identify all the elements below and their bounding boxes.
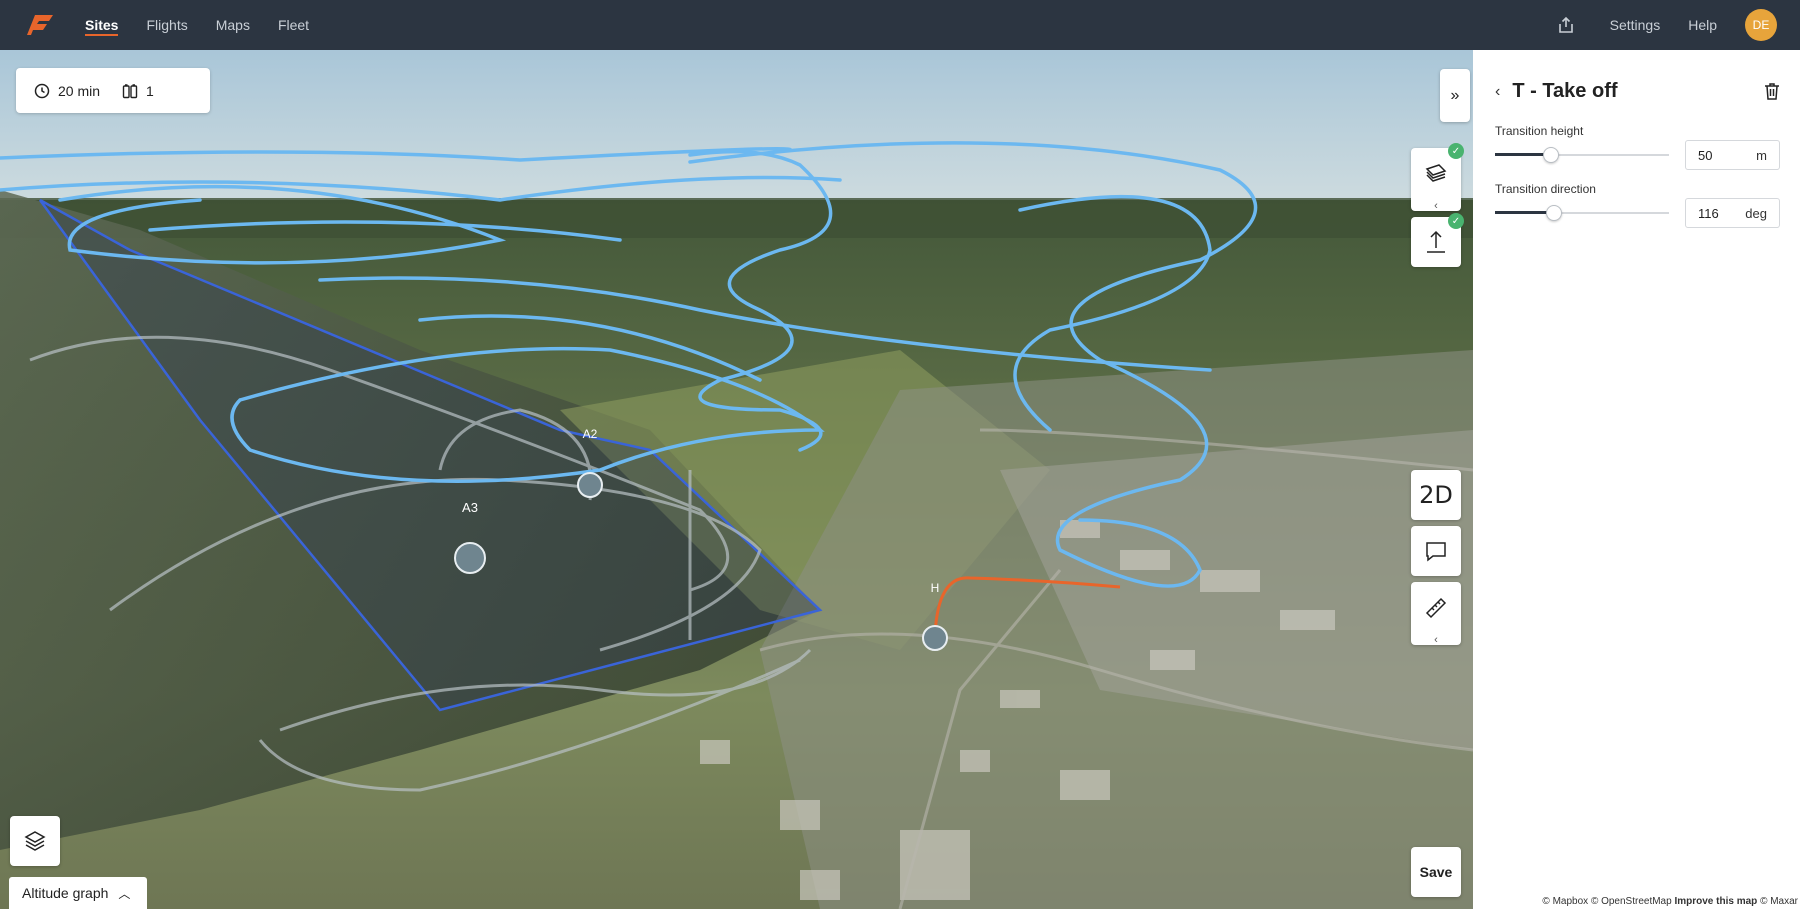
view-2d-toggle[interactable]: 2D [1411, 470, 1461, 520]
collapse-panel-button[interactable]: » [1440, 69, 1470, 122]
transition-direction-label: Transition direction [1495, 182, 1596, 196]
waypoint-settings-panel: ‹ T - Take off Transition height 50 m Tr… [1473, 50, 1800, 909]
transition-direction-input[interactable]: 116 deg [1685, 198, 1780, 228]
slider-thumb[interactable] [1542, 147, 1559, 163]
measure-button[interactable]: ‹ [1411, 582, 1461, 646]
transition-height-label: Transition height [1495, 124, 1584, 138]
trash-icon[interactable] [1764, 82, 1780, 100]
save-button[interactable]: Save [1411, 847, 1461, 897]
comment-icon [1426, 542, 1446, 562]
check-icon: ✓ [1448, 213, 1464, 229]
nav-fleet[interactable]: Fleet [278, 0, 309, 50]
upload-arrow-icon [1427, 230, 1445, 253]
waypoint-a3[interactable]: A3 [455, 500, 485, 515]
altitude-graph-toggle[interactable]: Altitude graph ︿ [9, 877, 147, 909]
transition-height-input[interactable]: 50 m [1685, 140, 1780, 170]
waypoint-a2[interactable]: A2 [577, 427, 603, 441]
layers-icon [24, 831, 46, 851]
transition-direction-unit: deg [1745, 205, 1767, 221]
flight-duration: 20 min [58, 82, 101, 99]
mapbox-attribution[interactable]: © Mapbox [1542, 896, 1588, 907]
help-link[interactable]: Help [1688, 17, 1717, 33]
transition-height-unit: m [1756, 147, 1767, 163]
nav-maps[interactable]: Maps [216, 0, 250, 50]
nav-flights[interactable]: Flights [146, 0, 187, 50]
chevron-left-icon[interactable]: ‹ [1411, 201, 1461, 212]
transition-height-value[interactable]: 50 [1698, 148, 1712, 163]
map-terrain [0, 50, 1473, 909]
view-mode-label: 2D [1419, 481, 1453, 509]
battery-count: 1 [146, 82, 154, 99]
slider-thumb[interactable] [1546, 205, 1563, 221]
transition-direction-slider[interactable] [1495, 205, 1669, 221]
panel-title: T - Take off [1512, 80, 1618, 102]
share-icon[interactable] [1556, 15, 1576, 35]
ruler-icon [1425, 597, 1447, 618]
improve-map-link[interactable]: Improve this map [1674, 896, 1757, 907]
clock-icon [34, 83, 50, 98]
check-icon: ✓ [1448, 143, 1464, 159]
transition-direction-value[interactable]: 116 [1698, 206, 1719, 221]
altitude-graph-label: Altitude graph [22, 885, 109, 901]
maxar-attribution[interactable]: © Maxar [1760, 896, 1798, 907]
comment-button[interactable] [1411, 526, 1461, 576]
save-label: Save [1419, 864, 1453, 880]
double-chevron-right-icon: » [1450, 86, 1460, 104]
top-navigation-bar: Sites Flights Maps Fleet Settings Help D… [0, 0, 1800, 50]
map-attribution: © Mapbox © OpenStreetMap Improve this ma… [1536, 894, 1800, 909]
battery-icon [122, 83, 138, 98]
waypoint-home[interactable]: H [923, 581, 947, 595]
back-arrow-icon[interactable]: ‹ [1495, 83, 1500, 101]
layers-button[interactable] [10, 816, 60, 866]
osm-attribution[interactable]: © OpenStreetMap [1591, 896, 1672, 907]
transition-height-slider[interactable] [1495, 147, 1669, 163]
chevron-up-icon: ︿ [118, 886, 131, 901]
user-avatar[interactable]: DE [1745, 9, 1777, 41]
map-3d-view[interactable]: A2 A3 H [0, 50, 1473, 909]
brand-logo-icon[interactable] [27, 13, 55, 37]
mission-info-card: 20 min 1 [16, 68, 210, 113]
chevron-left-icon[interactable]: ‹ [1411, 635, 1461, 646]
stack-layers-icon [1425, 163, 1447, 182]
nav-sites[interactable]: Sites [85, 0, 119, 50]
settings-link[interactable]: Settings [1610, 17, 1661, 33]
